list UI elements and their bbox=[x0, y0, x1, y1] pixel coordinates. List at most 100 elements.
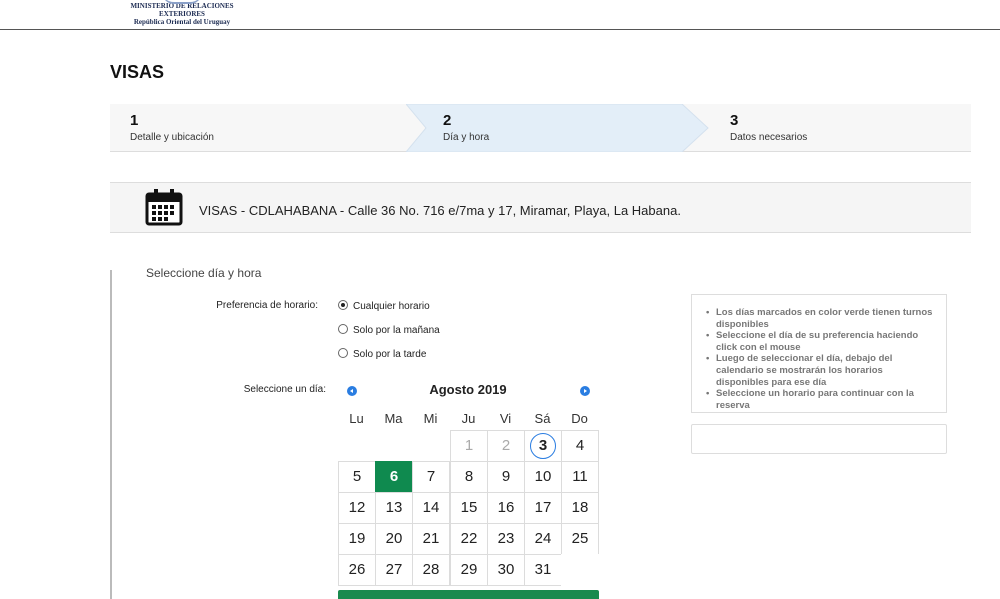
calendar-empty-cell bbox=[375, 430, 413, 462]
weekday-label: Mi bbox=[423, 411, 438, 426]
calendar-day[interactable]: 24 bbox=[524, 523, 562, 555]
calendar-day[interactable]: 3 bbox=[524, 430, 562, 462]
day-number: 12 bbox=[348, 499, 366, 516]
day-number: 27 bbox=[385, 561, 403, 578]
calendar-day[interactable]: 8 bbox=[450, 461, 488, 493]
time-slots-panel bbox=[691, 424, 947, 454]
day-number: 11 bbox=[572, 468, 588, 485]
calendar-day[interactable]: 23 bbox=[487, 523, 525, 555]
calendar-empty-cell bbox=[412, 430, 450, 462]
location-bar: VISAS - CDLAHABANA - Calle 36 No. 716 e/… bbox=[110, 182, 971, 233]
calendar-day[interactable]: 21 bbox=[412, 523, 450, 555]
day-number: 24 bbox=[534, 530, 552, 547]
calendar-day[interactable]: 14 bbox=[412, 492, 450, 524]
calendar-day[interactable]: 6 bbox=[375, 461, 413, 493]
day-number: 23 bbox=[497, 530, 515, 547]
step-number: 2 bbox=[443, 112, 452, 129]
calendar-day[interactable]: 29 bbox=[450, 554, 488, 586]
day-number: 29 bbox=[460, 561, 478, 578]
calendar-day[interactable]: 25 bbox=[561, 523, 599, 555]
day-number: 18 bbox=[571, 499, 589, 516]
weekday-label: Ma bbox=[384, 411, 403, 426]
day-number: 28 bbox=[422, 561, 440, 578]
day-number: 4 bbox=[575, 437, 585, 454]
day-number: 16 bbox=[497, 499, 515, 516]
weekday-label: Lu bbox=[349, 411, 364, 426]
step-2-highlight bbox=[406, 104, 716, 152]
calendar-day[interactable]: 16 bbox=[487, 492, 525, 524]
continue-button[interactable] bbox=[338, 590, 599, 599]
day-number: 7 bbox=[426, 468, 436, 485]
ministry-name: MINISTERIO DE RELACIONES EXTERIORES bbox=[130, 2, 234, 18]
day-number: 15 bbox=[460, 499, 478, 516]
top-header: MINISTERIO DE RELACIONES EXTERIORES Repú… bbox=[0, 0, 1000, 30]
page-title: VISAS bbox=[110, 62, 165, 82]
calendar-day[interactable]: 15 bbox=[450, 492, 488, 524]
calendar-day[interactable]: 4 bbox=[561, 430, 599, 462]
calendar-day[interactable]: 30 bbox=[487, 554, 525, 586]
section-title: Seleccione día y hora bbox=[146, 266, 262, 280]
weekday-label: Vi bbox=[499, 411, 512, 426]
preference-label: Preferencia de horario: bbox=[216, 300, 318, 311]
day-number: 31 bbox=[534, 561, 552, 578]
calendar-day[interactable]: 22 bbox=[450, 523, 488, 555]
calendar-icon bbox=[145, 189, 183, 226]
step-label: Datos necesarios bbox=[730, 132, 808, 143]
calendar-empty-cell bbox=[561, 554, 599, 586]
calendar-day[interactable]: 19 bbox=[338, 523, 376, 555]
day-number: 8 bbox=[464, 468, 474, 485]
day-number: 1 bbox=[464, 437, 474, 454]
step-label: Día y hora bbox=[443, 132, 490, 143]
next-month-icon[interactable] bbox=[580, 386, 590, 396]
wizard-steps: 1 Detalle y ubicación 2 Día y hora 3 Dat… bbox=[110, 104, 971, 152]
day-number: 21 bbox=[422, 530, 440, 547]
weekday-label: Sá bbox=[534, 411, 551, 426]
radio-button[interactable] bbox=[338, 324, 348, 334]
radio-button[interactable] bbox=[338, 348, 348, 358]
calendar-day[interactable]: 20 bbox=[375, 523, 413, 555]
calendar-day[interactable]: 18 bbox=[561, 492, 599, 524]
day-number: 3 bbox=[530, 433, 556, 459]
calendar-day[interactable]: 17 bbox=[524, 492, 562, 524]
calendar-day: 1 bbox=[450, 430, 488, 462]
calendar-day[interactable]: 5 bbox=[338, 461, 376, 493]
calendar-day[interactable]: 26 bbox=[338, 554, 376, 586]
day-number: 20 bbox=[385, 530, 403, 547]
day-label: Seleccione un día: bbox=[243, 384, 326, 395]
step-number: 3 bbox=[730, 112, 739, 129]
calendar-day[interactable]: 12 bbox=[338, 492, 376, 524]
radio-afternoon[interactable]: Solo por la tarde bbox=[338, 348, 426, 360]
calendar-day[interactable]: 27 bbox=[375, 554, 413, 586]
weekday-label: Do bbox=[571, 411, 588, 426]
country-name: República Oriental del Uruguay bbox=[133, 18, 231, 26]
help-item: Seleccione el día de su preferencia haci… bbox=[706, 330, 936, 353]
calendar-day[interactable]: 28 bbox=[412, 554, 450, 586]
ministry-logo: MINISTERIO DE RELACIONES EXTERIORES Repú… bbox=[112, 2, 252, 26]
radio-label: Solo por la mañana bbox=[353, 325, 440, 336]
step-number: 1 bbox=[130, 112, 139, 129]
location-text: VISAS - CDLAHABANA - Calle 36 No. 716 e/… bbox=[199, 203, 681, 218]
section-divider bbox=[110, 270, 112, 599]
radio-any-time[interactable]: Cualquier horario bbox=[338, 300, 430, 312]
day-number: 26 bbox=[348, 561, 366, 578]
radio-button-checked[interactable] bbox=[338, 300, 348, 310]
day-number: 17 bbox=[534, 499, 552, 516]
day-number: 6 bbox=[389, 468, 399, 485]
calendar-day[interactable]: 9 bbox=[487, 461, 525, 493]
day-number: 25 bbox=[571, 530, 589, 547]
help-box: Los días marcados en color verde tienen … bbox=[691, 294, 947, 413]
radio-label: Solo por la tarde bbox=[353, 349, 427, 360]
calendar-day[interactable]: 7 bbox=[412, 461, 450, 493]
calendar-day[interactable]: 13 bbox=[375, 492, 413, 524]
calendar-empty-cell bbox=[338, 430, 376, 462]
help-item: Luego de seleccionar el día, debajo del … bbox=[706, 353, 936, 388]
calendar-day[interactable]: 11 bbox=[561, 461, 599, 493]
help-item: Los días marcados en color verde tienen … bbox=[706, 307, 936, 330]
weekday-label: Ju bbox=[461, 411, 476, 426]
radio-morning[interactable]: Solo por la mañana bbox=[338, 324, 440, 336]
calendar-header: Agosto 2019 bbox=[338, 378, 598, 402]
calendar-day[interactable]: 31 bbox=[524, 554, 562, 586]
calendar-day[interactable]: 10 bbox=[524, 461, 562, 493]
day-number: 10 bbox=[534, 468, 552, 485]
day-number: 9 bbox=[501, 468, 511, 485]
